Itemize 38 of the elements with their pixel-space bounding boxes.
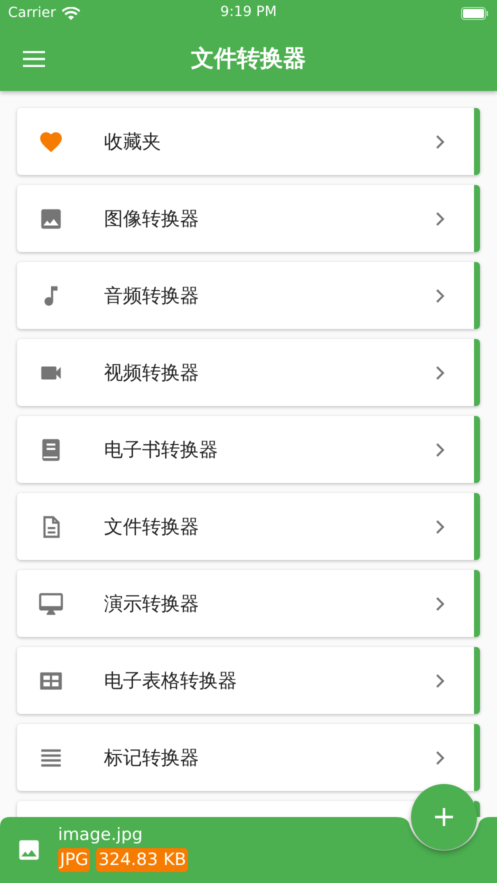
converter-item[interactable]: 图像转换器 [17,185,480,252]
chevron-icon [434,518,446,534]
chevron-icon [434,134,446,150]
chevron-icon [434,288,446,304]
chevron-icon [434,210,446,226]
converter-item[interactable]: 文件转换器 [17,493,480,560]
status-time: 9:19 PM [220,4,277,20]
item-label: 电子书转换器 [104,438,219,462]
file-name: image.jpg [58,824,144,844]
converter-item[interactable]: 电子表格转换器 [17,647,480,714]
chevron-icon [434,364,446,380]
format-tag: JPG [58,848,90,872]
plus-icon [434,807,454,827]
item-label: 音频转换器 [104,284,200,308]
item-label: 图像转换器 [104,206,200,232]
converter-item[interactable]: 演示转换器 [17,570,480,637]
converter-item[interactable]: 视频转换器 [17,339,480,406]
item-label: 标记转换器 [104,746,200,770]
item-label: 电子表格转换器 [104,668,238,694]
carrier-label: Carrier [8,5,56,21]
app-title: 文件转换器 [191,45,306,74]
monitor-icon [38,590,64,616]
item-label: 收藏夹 [104,130,162,154]
item-label: 文件转换器 [104,514,200,540]
chevron-icon [434,672,446,688]
converter-item[interactable]: 标记转换器 [17,724,480,791]
chevron-icon [434,750,446,766]
chevron-icon [434,442,446,458]
size-tag: 324.83 KB [96,848,188,872]
wifi-icon [62,6,80,20]
converter-item[interactable]: 音频转换器 [17,262,480,329]
menu-icon [23,50,45,66]
item-label: 视频转换器 [104,360,200,386]
item-label: 演示转换器 [104,592,200,616]
battery-icon [461,6,489,20]
converter-item[interactable]: 收藏夹 [17,108,480,175]
chevron-icon [434,596,446,612]
converter-item[interactable]: 电子书转换器 [17,416,480,483]
